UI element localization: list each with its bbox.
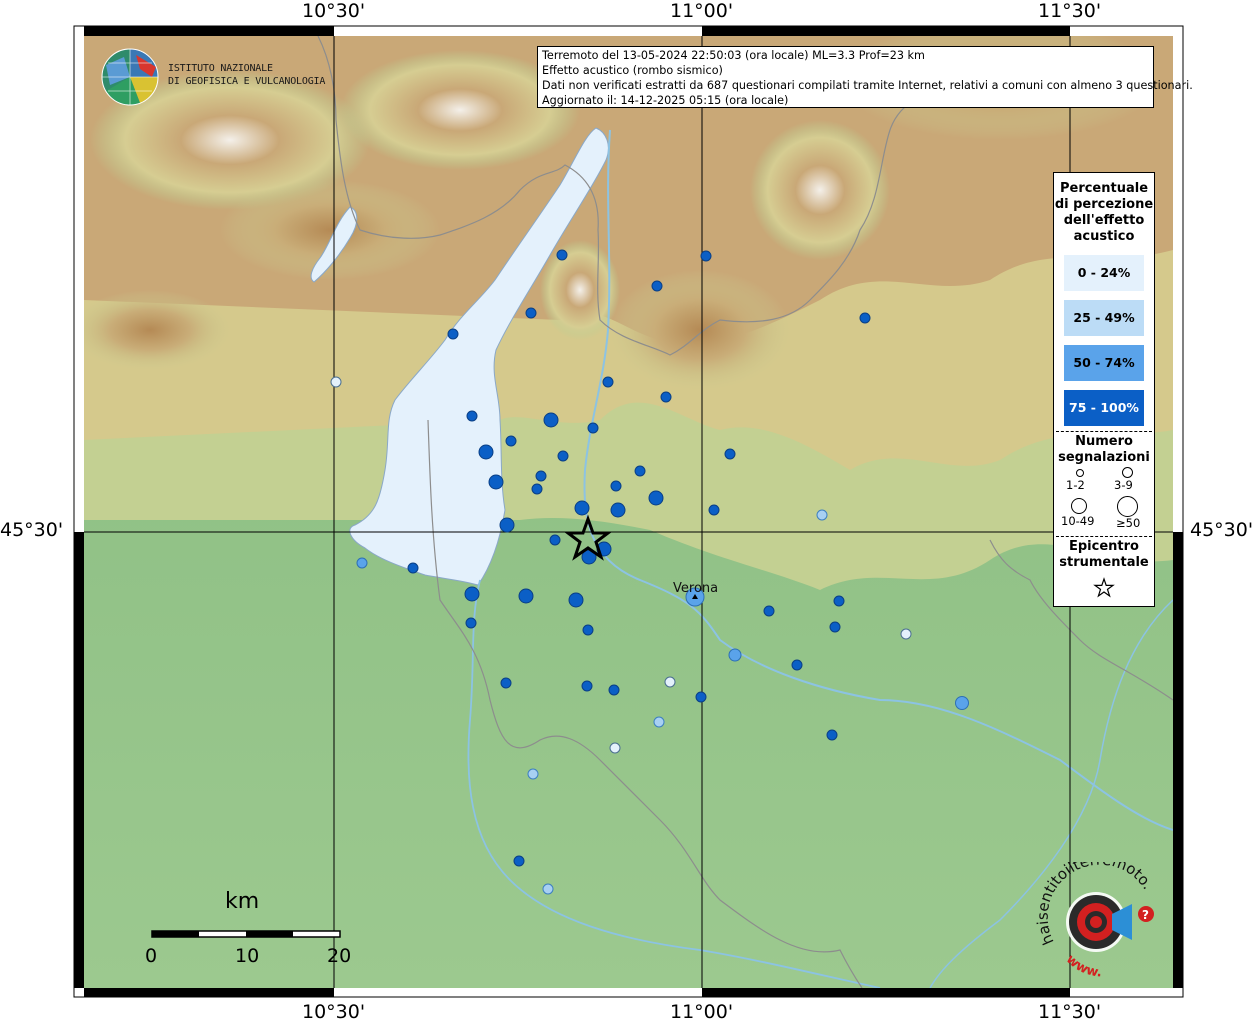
legend-title: Percentuale di percezione dell'effetto a… — [1054, 181, 1154, 244]
report-point[interactable] — [543, 412, 559, 428]
scale-bar — [151, 930, 341, 938]
size-label: 3-9 — [1114, 478, 1133, 492]
ingv-logo-text: ISTITUTO NAZIONALE DI GEOFISICA E VULCAN… — [168, 63, 326, 87]
report-point[interactable] — [356, 557, 368, 569]
report-point[interactable] — [464, 586, 480, 602]
bottom-longitude-label: 10°30' — [302, 1001, 366, 1023]
report-point[interactable] — [859, 312, 871, 324]
report-point[interactable] — [648, 490, 664, 506]
report-point[interactable] — [556, 249, 568, 261]
right-latitude-label: 45°30' — [1190, 519, 1254, 541]
star-icon — [1093, 577, 1115, 598]
report-point[interactable] — [513, 855, 525, 867]
legend-range-50-74: 50 - 74% — [1064, 345, 1144, 381]
report-point[interactable] — [724, 448, 736, 460]
report-point[interactable] — [478, 444, 494, 460]
legend: Percentuale di percezione dell'effetto a… — [1053, 172, 1155, 607]
report-point[interactable] — [816, 509, 828, 521]
report-point[interactable] — [407, 562, 419, 574]
report-point[interactable] — [708, 504, 720, 516]
legend-size-title: Numero segnalazioni — [1058, 434, 1150, 465]
svg-text:?: ? — [1142, 908, 1149, 922]
report-point[interactable] — [488, 474, 504, 490]
report-point[interactable] — [829, 621, 841, 633]
report-point[interactable] — [499, 517, 515, 533]
scale-unit: km — [225, 889, 260, 914]
report-point[interactable] — [505, 435, 517, 447]
legend-range-0-24: 0 - 24% — [1064, 255, 1144, 291]
report-point[interactable] — [500, 677, 512, 689]
scale-tick: 0 — [145, 945, 158, 967]
report-point[interactable] — [581, 680, 593, 692]
scale-tick: 10 — [235, 945, 260, 967]
size-label: ≥50 — [1116, 516, 1141, 530]
report-point[interactable] — [518, 588, 534, 604]
size-label: 10-49 — [1061, 514, 1095, 528]
report-point[interactable] — [664, 676, 676, 688]
left-latitude-label: 45°30' — [0, 519, 64, 541]
report-point[interactable] — [695, 691, 707, 703]
report-point[interactable] — [330, 376, 342, 388]
brand-prefix: www. — [1063, 952, 1102, 981]
effect-line: Effetto acustico (rombo sismico) — [542, 64, 723, 77]
report-point[interactable] — [587, 422, 599, 434]
report-point[interactable] — [466, 410, 478, 422]
top-longitude-label: 10°30' — [302, 0, 366, 22]
updated-line: Aggiornato il: 14-12-2025 05:15 (ora loc… — [542, 94, 789, 107]
top-longitude-label: 11°00' — [670, 0, 734, 22]
bottom-longitude-label: 11°00' — [670, 1001, 734, 1023]
report-point[interactable] — [660, 391, 672, 403]
report-point[interactable] — [791, 659, 803, 671]
event-info-box: Terremoto del 13-05-2024 22:50:03 (ora l… — [537, 46, 1193, 108]
report-point[interactable] — [955, 696, 969, 710]
report-point[interactable] — [610, 502, 626, 518]
report-point[interactable] — [525, 307, 537, 319]
top-longitude-label: 11°30' — [1038, 0, 1102, 22]
report-point[interactable] — [900, 628, 912, 640]
report-point[interactable] — [447, 328, 459, 340]
report-point[interactable] — [609, 742, 621, 754]
report-point[interactable] — [651, 280, 663, 292]
legend-range-75-100: 75 - 100% — [1064, 390, 1144, 426]
legend-range-25-49: 25 - 49% — [1064, 300, 1144, 336]
report-point[interactable] — [608, 684, 620, 696]
report-point[interactable] — [582, 624, 594, 636]
report-point[interactable] — [700, 250, 712, 262]
report-point[interactable] — [557, 450, 569, 462]
report-point[interactable] — [531, 483, 543, 495]
scale-tick: 20 — [327, 945, 352, 967]
hai-sentito-logo[interactable]: haisentitoilterremoto.it www. ? — [1033, 848, 1166, 982]
bottom-longitude-label: 11°30' — [1038, 1001, 1102, 1023]
report-point[interactable] — [542, 883, 554, 895]
size-label: 1-2 — [1066, 478, 1085, 492]
report-point[interactable] — [610, 480, 622, 492]
report-point[interactable] — [574, 500, 590, 516]
report-point[interactable] — [634, 465, 646, 477]
report-point[interactable] — [833, 595, 845, 607]
report-point[interactable] — [653, 716, 665, 728]
report-point[interactable] — [728, 648, 742, 662]
report-point[interactable] — [535, 470, 547, 482]
globe-icon — [101, 48, 159, 106]
event-line: Terremoto del 13-05-2024 22:50:03 (ora l… — [542, 49, 925, 62]
report-point[interactable] — [568, 592, 584, 608]
svg-text:www.: www. — [1063, 952, 1102, 981]
report-point[interactable] — [527, 768, 539, 780]
data-source-line: Dati non verificati estratti da 687 ques… — [542, 79, 1193, 92]
report-point[interactable] — [602, 376, 614, 388]
report-point[interactable] — [763, 605, 775, 617]
report-point[interactable] — [465, 617, 477, 629]
report-point[interactable] — [549, 534, 561, 546]
report-point[interactable] — [826, 729, 838, 741]
city-label-verona: Verona — [673, 581, 719, 596]
legend-size-samples: 1-2 3-9 10-49 ≥50 — [1054, 466, 1154, 536]
legend-epicenter-title: Epicentro strumentale — [1059, 539, 1149, 570]
